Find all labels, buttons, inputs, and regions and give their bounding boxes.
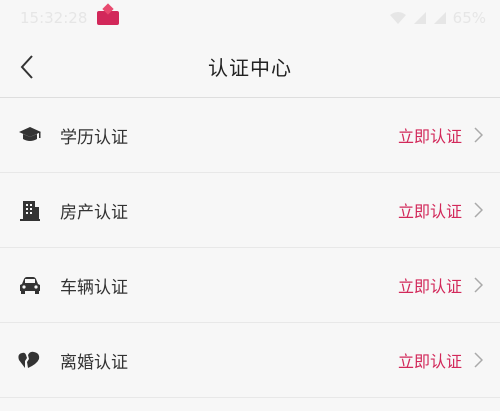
list-item-label: 车辆认证 bbox=[60, 277, 128, 298]
list-item-label: 房产认证 bbox=[60, 202, 128, 223]
list-item-divorce[interactable]: 离婚认证 立即认证 bbox=[0, 323, 500, 398]
verify-now-link[interactable]: 立即认证 bbox=[398, 123, 462, 147]
verify-now-link[interactable]: 立即认证 bbox=[398, 198, 462, 222]
status-left: 15:32:28 bbox=[20, 9, 120, 27]
building-icon bbox=[18, 198, 42, 222]
car-icon bbox=[18, 273, 42, 297]
list-item-property[interactable]: 房产认证 立即认证 bbox=[0, 173, 500, 248]
wifi-icon bbox=[389, 12, 406, 24]
back-arrow-icon bbox=[20, 55, 33, 79]
screen: 15:32:28 65% 认证中心 学历认证 立即认证 房产认证 立即认证 车辆… bbox=[0, 0, 500, 411]
battery-level: 65% bbox=[452, 9, 486, 27]
graduation-cap-icon bbox=[18, 123, 42, 147]
list-item-vehicle[interactable]: 车辆认证 立即认证 bbox=[0, 248, 500, 323]
status-time: 15:32:28 bbox=[20, 9, 88, 27]
chevron-right-icon bbox=[472, 352, 484, 368]
broken-heart-icon bbox=[18, 348, 42, 372]
verification-list: 学历认证 立即认证 房产认证 立即认证 车辆认证 立即认证 离婚认证 立即认证 bbox=[0, 98, 500, 398]
list-item-education[interactable]: 学历认证 立即认证 bbox=[0, 98, 500, 173]
verify-now-link[interactable]: 立即认证 bbox=[398, 273, 462, 297]
chevron-right-icon bbox=[472, 127, 484, 143]
signal-icon-2 bbox=[433, 12, 446, 24]
verify-now-link[interactable]: 立即认证 bbox=[398, 348, 462, 372]
chevron-right-icon bbox=[472, 277, 484, 293]
nav-bar: 认证中心 bbox=[0, 36, 500, 98]
back-button[interactable] bbox=[10, 50, 44, 84]
app-notification-icon bbox=[97, 11, 120, 25]
list-item-label: 学历认证 bbox=[60, 127, 128, 148]
signal-icon bbox=[413, 12, 426, 24]
status-right: 65% bbox=[389, 9, 486, 27]
list-item-label: 离婚认证 bbox=[60, 352, 128, 373]
status-bar: 15:32:28 65% bbox=[0, 0, 500, 36]
page-title: 认证中心 bbox=[208, 56, 292, 80]
chevron-right-icon bbox=[472, 202, 484, 218]
